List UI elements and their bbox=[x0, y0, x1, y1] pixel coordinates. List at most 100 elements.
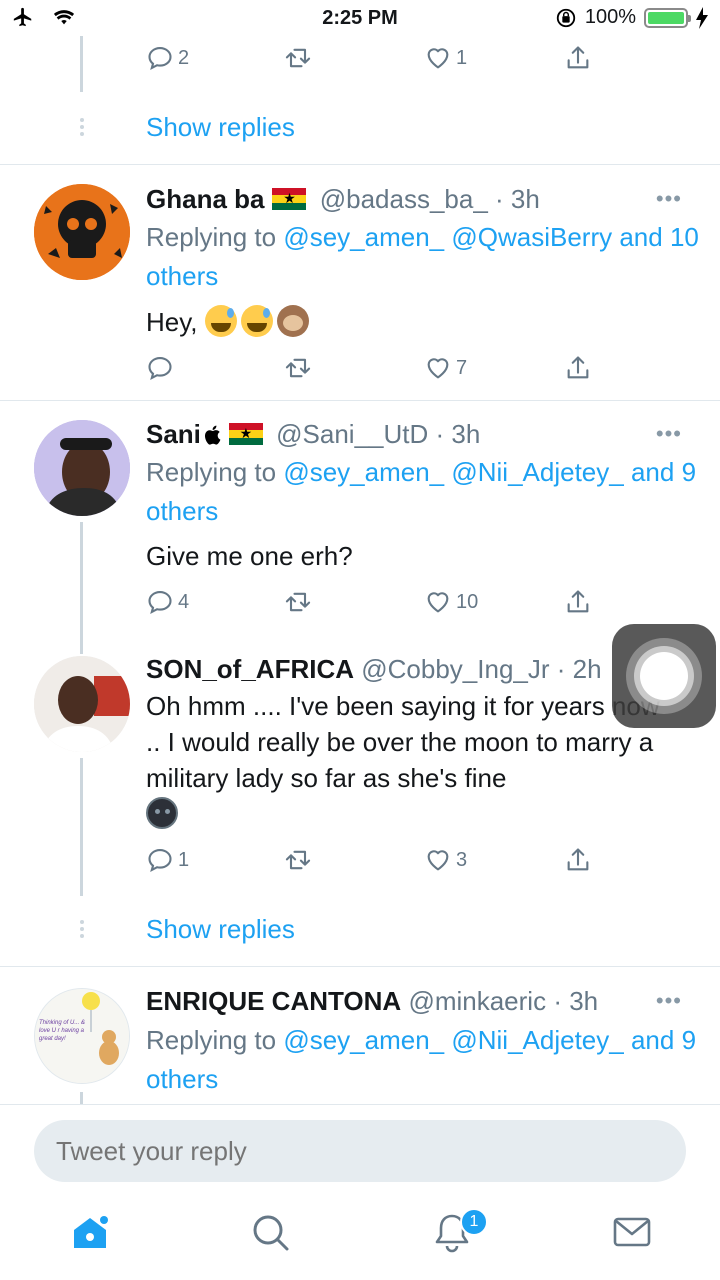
like-count: 1 bbox=[456, 46, 468, 69]
avatar[interactable] bbox=[34, 184, 130, 280]
tweet-text: Give me one erh? bbox=[146, 538, 686, 574]
tab-messages[interactable] bbox=[610, 1210, 654, 1254]
tweet-time: 2h bbox=[572, 654, 602, 684]
retweet-button[interactable] bbox=[284, 588, 312, 616]
like-button[interactable]: 1 bbox=[424, 44, 467, 72]
share-icon bbox=[567, 46, 589, 69]
retweet-button[interactable] bbox=[284, 44, 312, 72]
reply-button[interactable] bbox=[146, 354, 178, 382]
charging-icon bbox=[696, 6, 708, 29]
user-handle[interactable]: @Cobby_Ing_Jr bbox=[361, 654, 549, 684]
apple-logo-icon bbox=[204, 425, 221, 445]
replying-prefix: Replying to bbox=[146, 222, 277, 252]
replying-to: Replying to @sey_amen_ @Nii_Adjetey_ and… bbox=[146, 453, 706, 531]
tab-bar bbox=[0, 1196, 720, 1280]
thread-line bbox=[80, 522, 83, 654]
retweet-button[interactable] bbox=[284, 846, 312, 874]
avatar[interactable] bbox=[34, 420, 130, 516]
display-name[interactable]: Sani bbox=[146, 419, 201, 449]
replying-users-link[interactable]: @sey_amen_ @Nii_Adjetey_ bbox=[283, 457, 623, 487]
replies-feed[interactable]: 2 1 Show replies Ghana ba ★ @badass_ba_ ·… bbox=[0, 36, 720, 1104]
share-icon bbox=[567, 848, 589, 871]
thread-line bbox=[80, 1092, 83, 1104]
notification-badge: 1 bbox=[460, 1208, 488, 1236]
reply-count: 2 bbox=[178, 46, 190, 69]
more-icon[interactable]: ••• bbox=[656, 988, 682, 1014]
reply-count: 4 bbox=[178, 590, 190, 613]
sweat-smile-emoji-icon bbox=[240, 305, 273, 337]
like-icon bbox=[427, 358, 449, 379]
avatar[interactable]: Thinking of U... & love U r having a gre… bbox=[34, 988, 130, 1084]
retweet-icon bbox=[285, 48, 311, 68]
retweet-icon bbox=[285, 592, 311, 612]
thread-line bbox=[80, 36, 83, 92]
divider bbox=[0, 400, 720, 401]
replying-users-link[interactable]: @sey_amen_ @Nii_Adjetey_ bbox=[283, 1025, 623, 1055]
replying-and[interactable]: and bbox=[619, 222, 662, 252]
replying-to: Replying to @sey_amen_ @Nii_Adjetey_ and… bbox=[146, 1021, 706, 1099]
like-button[interactable]: 3 bbox=[424, 846, 467, 874]
avatar[interactable] bbox=[34, 656, 130, 752]
replying-users-link[interactable]: @sey_amen_ @QwasiBerry bbox=[283, 222, 612, 252]
thread-dots bbox=[78, 920, 86, 941]
tweet-actions: 4 10 bbox=[146, 588, 596, 618]
avatar-card-text: Thinking of U... & love U r having a gre… bbox=[39, 1020, 86, 1042]
assistive-touch-button[interactable] bbox=[612, 624, 716, 728]
reply-composer bbox=[0, 1104, 720, 1196]
user-handle[interactable]: @minkaeric bbox=[408, 986, 546, 1016]
mail-icon bbox=[613, 1217, 651, 1247]
show-replies-link[interactable]: Show replies bbox=[146, 914, 295, 945]
tweet-time: 3h bbox=[510, 184, 540, 214]
like-button[interactable]: 7 bbox=[424, 354, 467, 382]
display-name[interactable]: SON_of_AFRICA bbox=[146, 654, 354, 684]
share-button[interactable] bbox=[564, 846, 592, 874]
retweet-icon bbox=[285, 850, 311, 870]
ghana-flag-icon: ★ bbox=[272, 188, 307, 210]
tweet-text-content: Hey, bbox=[146, 307, 198, 337]
tweet-reply-input[interactable] bbox=[34, 1120, 686, 1182]
display-name[interactable]: ENRIQUE CANTONA bbox=[146, 986, 401, 1016]
tweet-header: Sani ★ @Sani__UtD · 3h bbox=[146, 419, 481, 449]
replying-and[interactable]: and bbox=[631, 457, 674, 487]
see-no-evil-monkey-emoji-icon bbox=[276, 305, 309, 337]
profile-photo-image bbox=[34, 420, 130, 516]
tweet-actions: 2 1 bbox=[146, 44, 596, 74]
battery-percent: 100% bbox=[584, 6, 636, 28]
rotation-lock-icon bbox=[556, 8, 576, 27]
tab-home[interactable] bbox=[68, 1210, 112, 1254]
user-handle[interactable]: @Sani__UtD bbox=[276, 419, 428, 449]
status-right: 100% bbox=[555, 6, 708, 29]
tweet-text: Oh hmm .... I've been saying it for year… bbox=[146, 688, 676, 832]
display-name[interactable]: Ghana ba bbox=[146, 184, 264, 214]
skull-avatar-image bbox=[34, 184, 130, 280]
user-handle[interactable]: @badass_ba_ bbox=[320, 184, 488, 214]
replying-and[interactable]: and bbox=[631, 1025, 674, 1055]
ghana-flag-icon: ★ bbox=[228, 423, 263, 445]
tweet-text: Hey, bbox=[146, 304, 686, 340]
reply-button[interactable]: 2 bbox=[146, 44, 189, 72]
tweet-text-content: Give me one erh? bbox=[146, 541, 353, 571]
tweet-actions: 7 bbox=[146, 354, 596, 384]
reply-button[interactable]: 1 bbox=[146, 846, 189, 874]
tab-search[interactable] bbox=[248, 1210, 292, 1254]
reply-button[interactable]: 4 bbox=[146, 588, 189, 616]
retweet-button[interactable] bbox=[284, 354, 312, 382]
reply-icon bbox=[148, 47, 172, 70]
show-replies-link[interactable]: Show replies bbox=[146, 112, 295, 143]
share-button[interactable] bbox=[564, 588, 592, 616]
tweet-actions: 1 3 bbox=[146, 846, 596, 876]
new-moon-face-emoji-icon bbox=[146, 797, 178, 829]
share-button[interactable] bbox=[564, 354, 592, 382]
more-icon[interactable]: ••• bbox=[656, 421, 682, 447]
tweet-time: 3h bbox=[569, 986, 599, 1016]
like-count: 3 bbox=[456, 848, 468, 871]
like-button[interactable]: 10 bbox=[424, 588, 478, 616]
like-count: 7 bbox=[456, 356, 468, 379]
share-button[interactable] bbox=[564, 44, 592, 72]
more-icon[interactable]: ••• bbox=[656, 186, 682, 212]
replying-to: Replying to @sey_amen_ @QwasiBerry and 1… bbox=[146, 218, 706, 296]
search-icon bbox=[253, 1215, 289, 1251]
tweet-header: ENRIQUE CANTONA @minkaeric · 3h bbox=[146, 986, 599, 1016]
share-icon bbox=[567, 356, 589, 379]
tweet-text-content: Oh hmm .... I've been saying it for year… bbox=[146, 691, 660, 793]
